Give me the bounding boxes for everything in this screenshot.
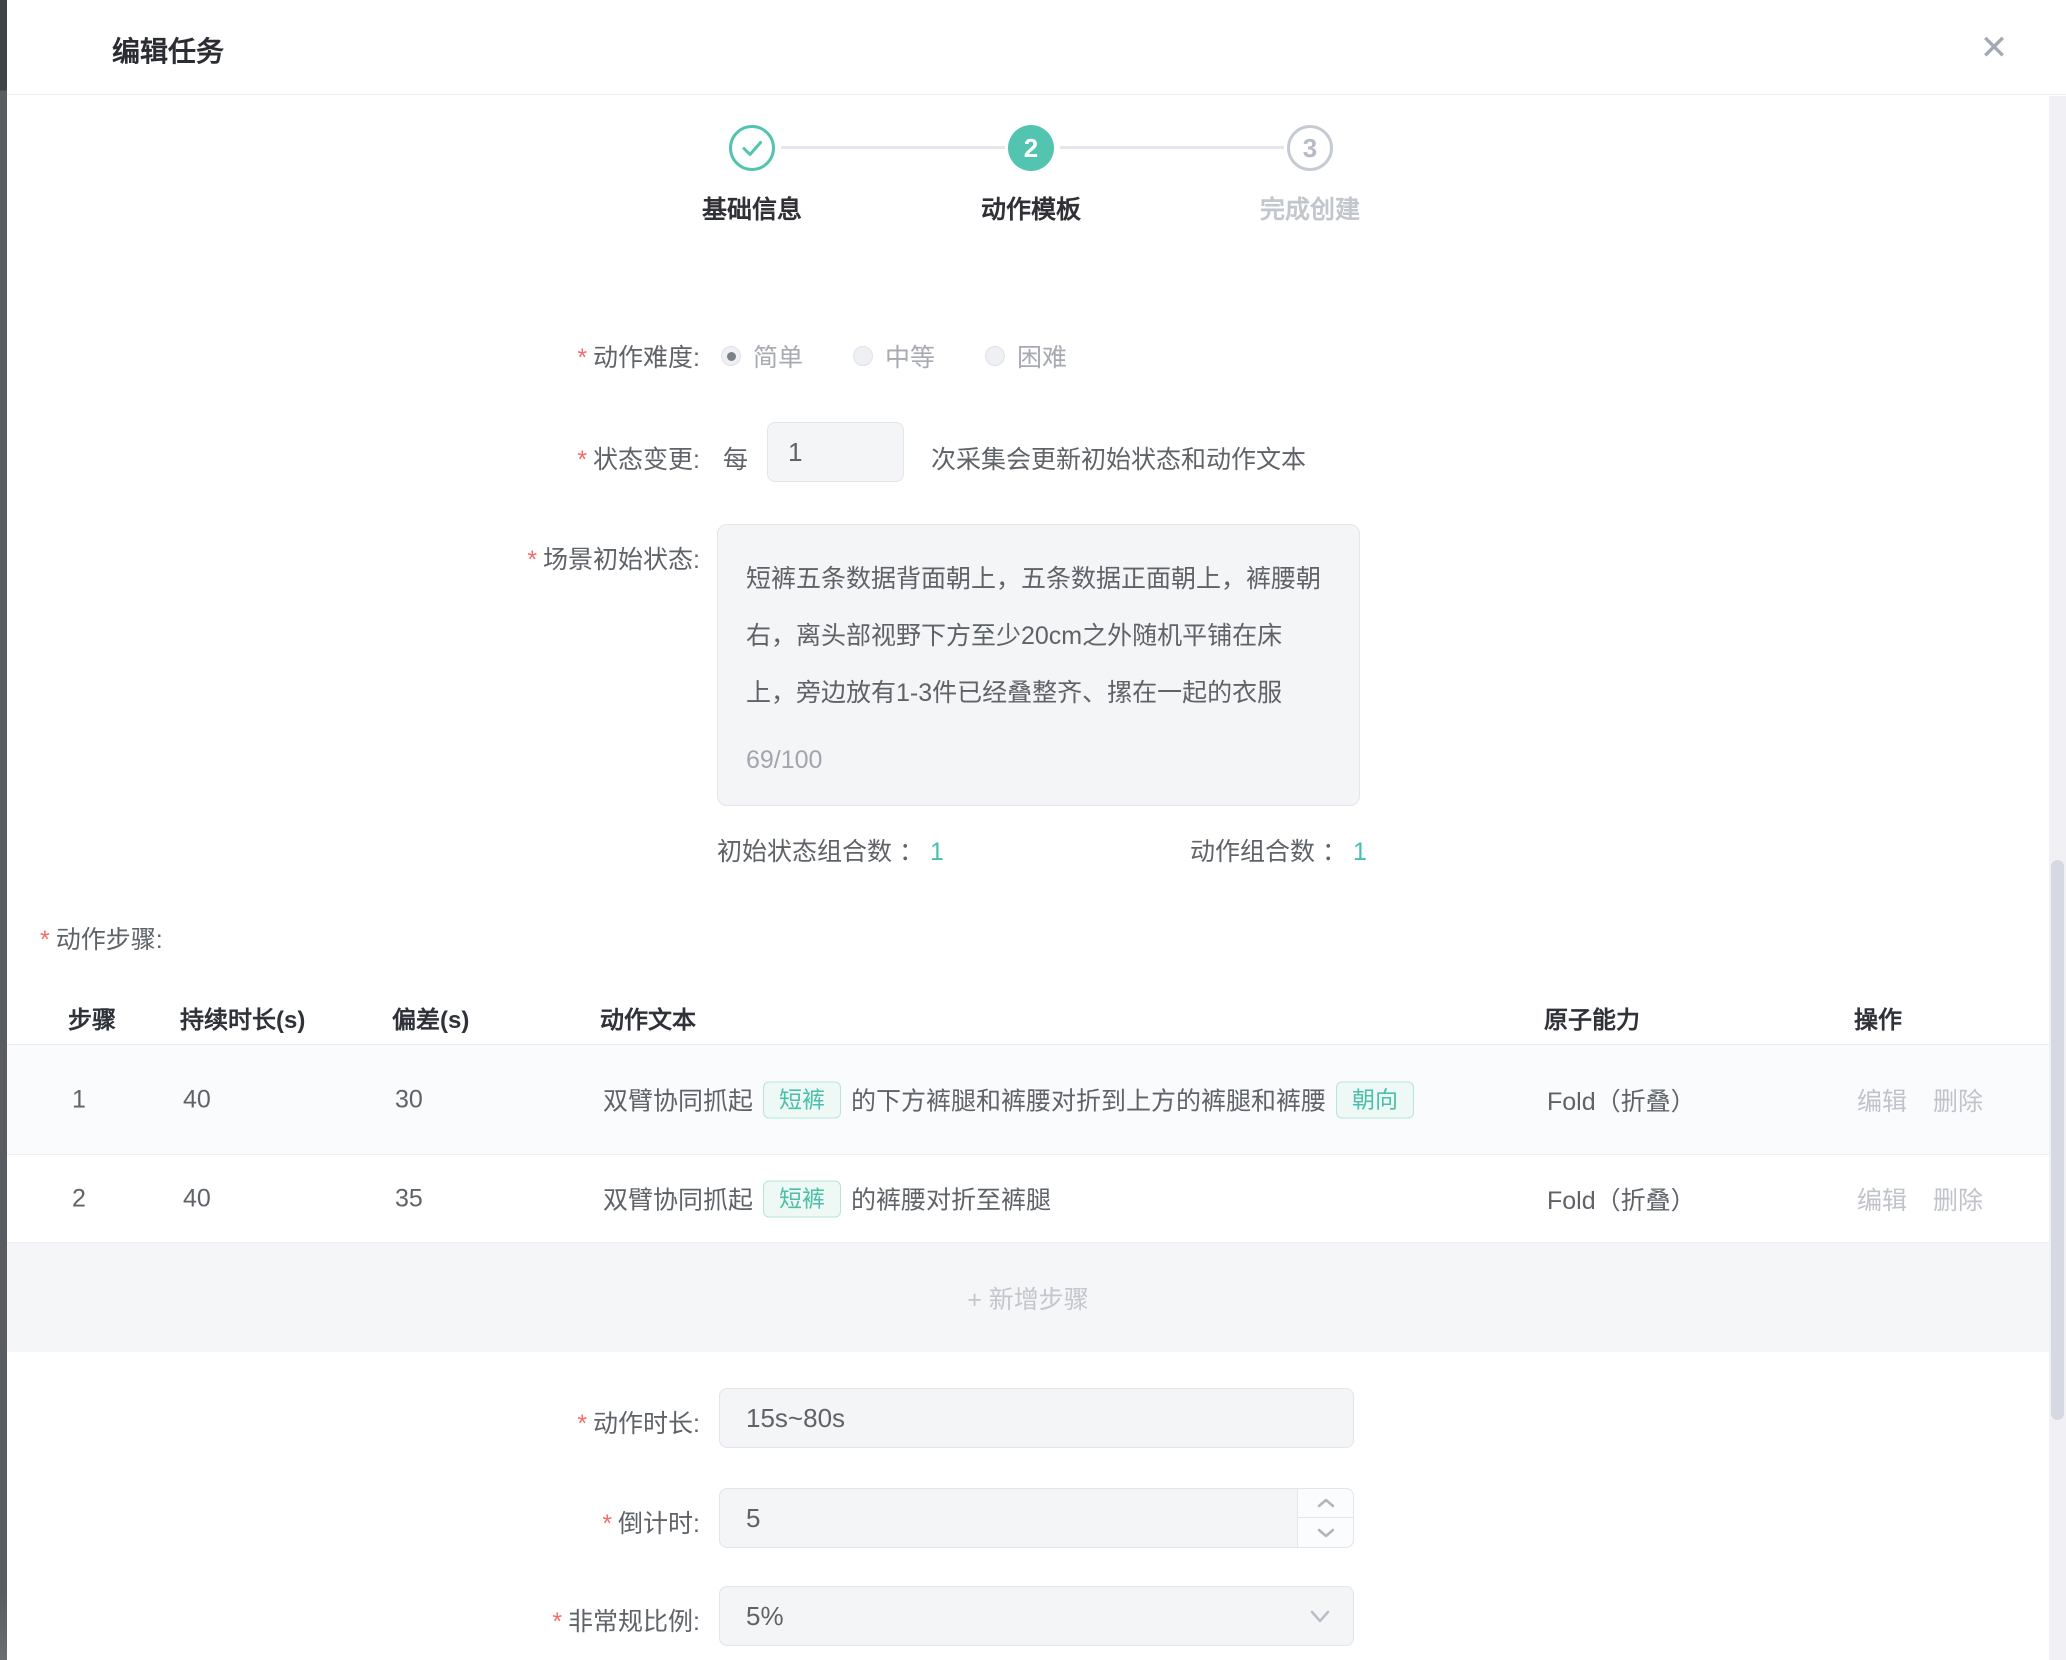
cell-step: 1 bbox=[72, 1085, 86, 1114]
duration-input[interactable]: 15s~80s bbox=[719, 1388, 1354, 1448]
cell-duration: 40 bbox=[183, 1184, 211, 1213]
state-change-label: *状态变更: bbox=[300, 440, 700, 476]
cell-deviation: 35 bbox=[395, 1184, 423, 1213]
radio-simple[interactable]: 简单 bbox=[721, 338, 803, 374]
cell-operations: 编辑 删除 bbox=[1857, 1082, 1983, 1118]
scene-init-text: 短裤五条数据背面朝上，五条数据正面朝上，裤腰朝右，离头部视野下方至少20cm之外… bbox=[746, 565, 1321, 707]
col-header-duration: 持续时长(s) bbox=[180, 1000, 305, 1035]
edit-link[interactable]: 编辑 bbox=[1857, 1181, 1907, 1217]
required-asterisk: * bbox=[577, 446, 587, 474]
required-asterisk: * bbox=[577, 344, 587, 372]
scene-init-label: *场景初始状态: bbox=[300, 540, 700, 576]
object-tag: 短裤 bbox=[763, 1180, 841, 1217]
required-asterisk: * bbox=[577, 1410, 587, 1438]
cell-action-text: 双臂协同抓起 短裤 的下方裤腿和裤腰对折到上方的裤腿和裤腰 朝向 bbox=[603, 1081, 1424, 1118]
cell-action-text: 双臂协同抓起 短裤 的裤腰对折至裤腿 bbox=[603, 1180, 1051, 1217]
cell-ability: Fold（折叠） bbox=[1547, 1181, 1696, 1217]
difficulty-radio-group: 简单 中等 困难 bbox=[721, 338, 1067, 374]
radio-circle bbox=[985, 346, 1005, 366]
combo-value: 1 bbox=[1353, 838, 1367, 866]
table-row: 1 40 30 双臂协同抓起 短裤 的下方裤腿和裤腰对折到上方的裤腿和裤腰 朝向… bbox=[7, 1045, 2049, 1155]
state-change-suffix: 次采集会更新初始状态和动作文本 bbox=[931, 440, 1306, 476]
radio-label: 困难 bbox=[1017, 338, 1067, 374]
scrollbar-thumb[interactable] bbox=[2051, 860, 2064, 1420]
edit-link[interactable]: 编辑 bbox=[1857, 1082, 1907, 1118]
countdown-label: *倒计时: bbox=[300, 1504, 700, 1540]
char-counter: 69/100 bbox=[746, 732, 822, 789]
dialog-header bbox=[7, 0, 2066, 95]
state-change-input[interactable]: 1 bbox=[767, 422, 904, 482]
dialog-title: 编辑任务 bbox=[112, 30, 224, 70]
step-3-wait-circle: 3 bbox=[1287, 125, 1333, 171]
col-header-deviation: 偏差(s) bbox=[392, 1000, 469, 1035]
step-label-basic-info: 基础信息 bbox=[642, 190, 862, 226]
scene-init-textarea[interactable]: 短裤五条数据背面朝上，五条数据正面朝上，裤腰朝右，离头部视野下方至少20cm之外… bbox=[717, 524, 1360, 806]
unusual-ratio-select[interactable]: 5% bbox=[719, 1586, 1354, 1646]
duration-label: *动作时长: bbox=[300, 1404, 700, 1440]
chevron-down-icon bbox=[1307, 1603, 1333, 1629]
increase-button[interactable] bbox=[1298, 1489, 1353, 1518]
cell-ability: Fold（折叠） bbox=[1547, 1082, 1696, 1118]
radio-circle-selected bbox=[721, 346, 741, 366]
cell-duration: 40 bbox=[183, 1085, 211, 1114]
decrease-button[interactable] bbox=[1298, 1518, 1353, 1547]
cell-step: 2 bbox=[72, 1184, 86, 1213]
radio-medium[interactable]: 中等 bbox=[853, 338, 935, 374]
add-step-button[interactable]: + 新增步骤 bbox=[7, 1243, 2049, 1352]
table-row: 2 40 35 双臂协同抓起 短裤 的裤腰对折至裤腿 Fold（折叠） 编辑 删… bbox=[7, 1155, 2049, 1243]
cell-deviation: 30 bbox=[395, 1085, 423, 1114]
required-asterisk: * bbox=[552, 1608, 562, 1636]
state-change-prefix: 每 bbox=[723, 440, 748, 476]
radio-label: 中等 bbox=[885, 338, 935, 374]
check-icon bbox=[737, 133, 767, 163]
close-icon[interactable]: ✕ bbox=[1968, 22, 2020, 74]
stepper-connector bbox=[1060, 146, 1284, 149]
difficulty-label: *动作难度: bbox=[300, 338, 700, 374]
unusual-ratio-label: *非常规比例: bbox=[300, 1602, 700, 1638]
col-header-ability: 原子能力 bbox=[1544, 1000, 1640, 1035]
col-header-operation: 操作 bbox=[1854, 1000, 1902, 1035]
step-label-finish-create: 完成创建 bbox=[1200, 190, 1420, 226]
chevron-up-icon bbox=[1317, 1498, 1335, 1508]
step-1-done-circle bbox=[729, 125, 775, 171]
delete-link[interactable]: 删除 bbox=[1933, 1181, 1983, 1217]
required-asterisk: * bbox=[602, 1510, 612, 1538]
required-asterisk: * bbox=[527, 546, 537, 574]
radio-label: 简单 bbox=[753, 338, 803, 374]
delete-link[interactable]: 删除 bbox=[1933, 1082, 1983, 1118]
step-2-active-circle: 2 bbox=[1008, 125, 1054, 171]
cell-operations: 编辑 删除 bbox=[1857, 1181, 1983, 1217]
col-header-step: 步骤 bbox=[68, 1000, 116, 1035]
object-tag: 短裤 bbox=[763, 1081, 841, 1118]
combo-value: 1 bbox=[930, 838, 944, 866]
chevron-down-icon bbox=[1317, 1528, 1335, 1538]
init-state-combo-count: 初始状态组合数 ：1 bbox=[717, 832, 944, 868]
backdrop-page-edge bbox=[0, 0, 7, 1660]
action-steps-label: *动作步骤: bbox=[40, 920, 163, 956]
countdown-value: 5 bbox=[746, 1503, 760, 1533]
required-asterisk: * bbox=[40, 926, 50, 954]
radio-circle bbox=[853, 346, 873, 366]
unusual-ratio-value: 5% bbox=[746, 1601, 784, 1631]
stepper-connector bbox=[781, 146, 1005, 149]
countdown-number-input[interactable]: 5 bbox=[719, 1488, 1354, 1548]
number-spinner bbox=[1297, 1489, 1353, 1547]
col-header-action-text: 动作文本 bbox=[600, 1000, 696, 1035]
action-combo-count: 动作组合数 ：1 bbox=[1190, 832, 1367, 868]
orientation-tag: 朝向 bbox=[1336, 1081, 1414, 1118]
step-label-action-template: 动作模板 bbox=[921, 190, 1141, 226]
radio-hard[interactable]: 困难 bbox=[985, 338, 1067, 374]
